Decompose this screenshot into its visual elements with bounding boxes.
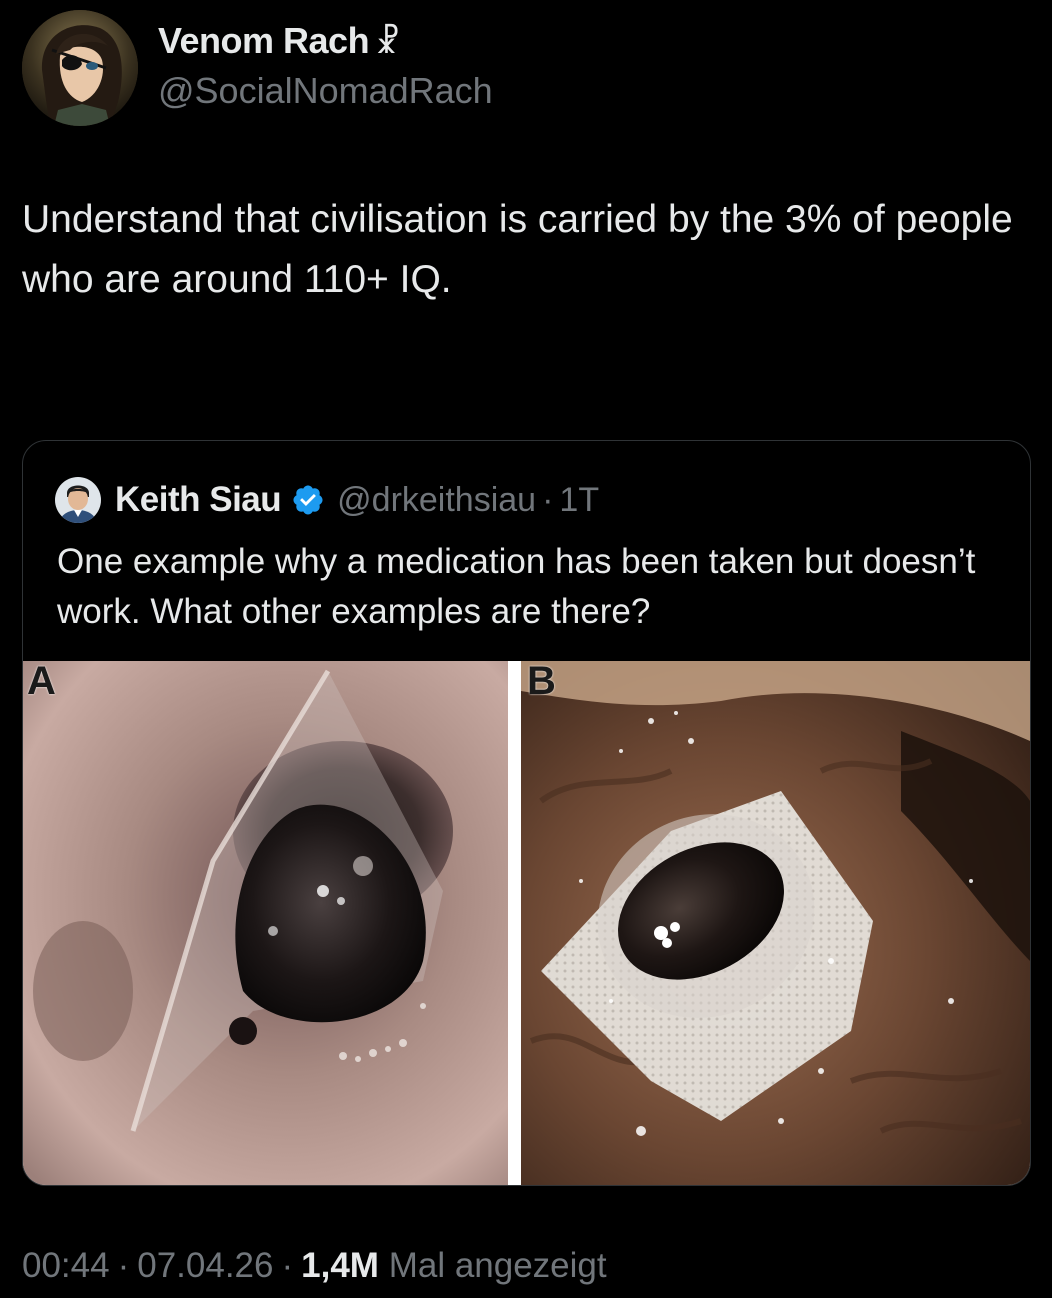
panel-a-label: A xyxy=(27,661,56,703)
author-handle[interactable]: @SocialNomadRach xyxy=(158,70,493,112)
anime-avatar-icon xyxy=(22,10,138,126)
quoted-tweet-text: One example why a medication has been ta… xyxy=(57,542,976,631)
author-avatar[interactable] xyxy=(22,10,138,126)
tweet-meta: 00:44 · 07.04.26 · 1,4M Mal angezeigt xyxy=(22,1246,607,1286)
panel-b-label: B xyxy=(527,661,556,703)
author-name-text: Venom Rach xyxy=(158,20,370,61)
separator-dot: · xyxy=(542,480,554,519)
separator-dot: · xyxy=(281,1246,294,1285)
endoscopy-image-a xyxy=(23,661,508,1185)
person-avatar-icon xyxy=(55,477,101,523)
tweet-time[interactable]: 00:44 xyxy=(22,1246,110,1285)
quoted-author-handle[interactable]: @drkeithsiau xyxy=(337,481,536,520)
media-panel-b[interactable]: B xyxy=(521,661,1030,1185)
endoscopy-image-b xyxy=(521,661,1030,1185)
quoted-tweet-time[interactable]: 1T xyxy=(559,481,599,520)
separator-dot: · xyxy=(117,1246,130,1285)
views-count[interactable]: 1,4M xyxy=(301,1246,379,1285)
quoted-tweet-media[interactable]: A B xyxy=(23,661,1030,1185)
quoted-tweet-card[interactable]: Keith Siau @drkeithsiau · 1T One example… xyxy=(22,440,1031,1186)
media-panel-a[interactable]: A xyxy=(23,661,508,1185)
chi-rho-symbol: ☧ xyxy=(375,24,400,60)
quoted-author-name[interactable]: Keith Siau xyxy=(115,480,282,520)
quoted-tweet-header: Keith Siau @drkeithsiau · 1T xyxy=(55,477,599,523)
quoted-author-avatar[interactable] xyxy=(55,477,101,523)
views-label: Mal angezeigt xyxy=(388,1246,607,1285)
tweet-text: Understand that civilisation is carried … xyxy=(22,198,1013,301)
tweet-date[interactable]: 07.04.26 xyxy=(137,1246,273,1285)
author-display-name[interactable]: Venom Rach ☧ xyxy=(158,20,400,62)
verified-badge-icon xyxy=(293,485,323,515)
